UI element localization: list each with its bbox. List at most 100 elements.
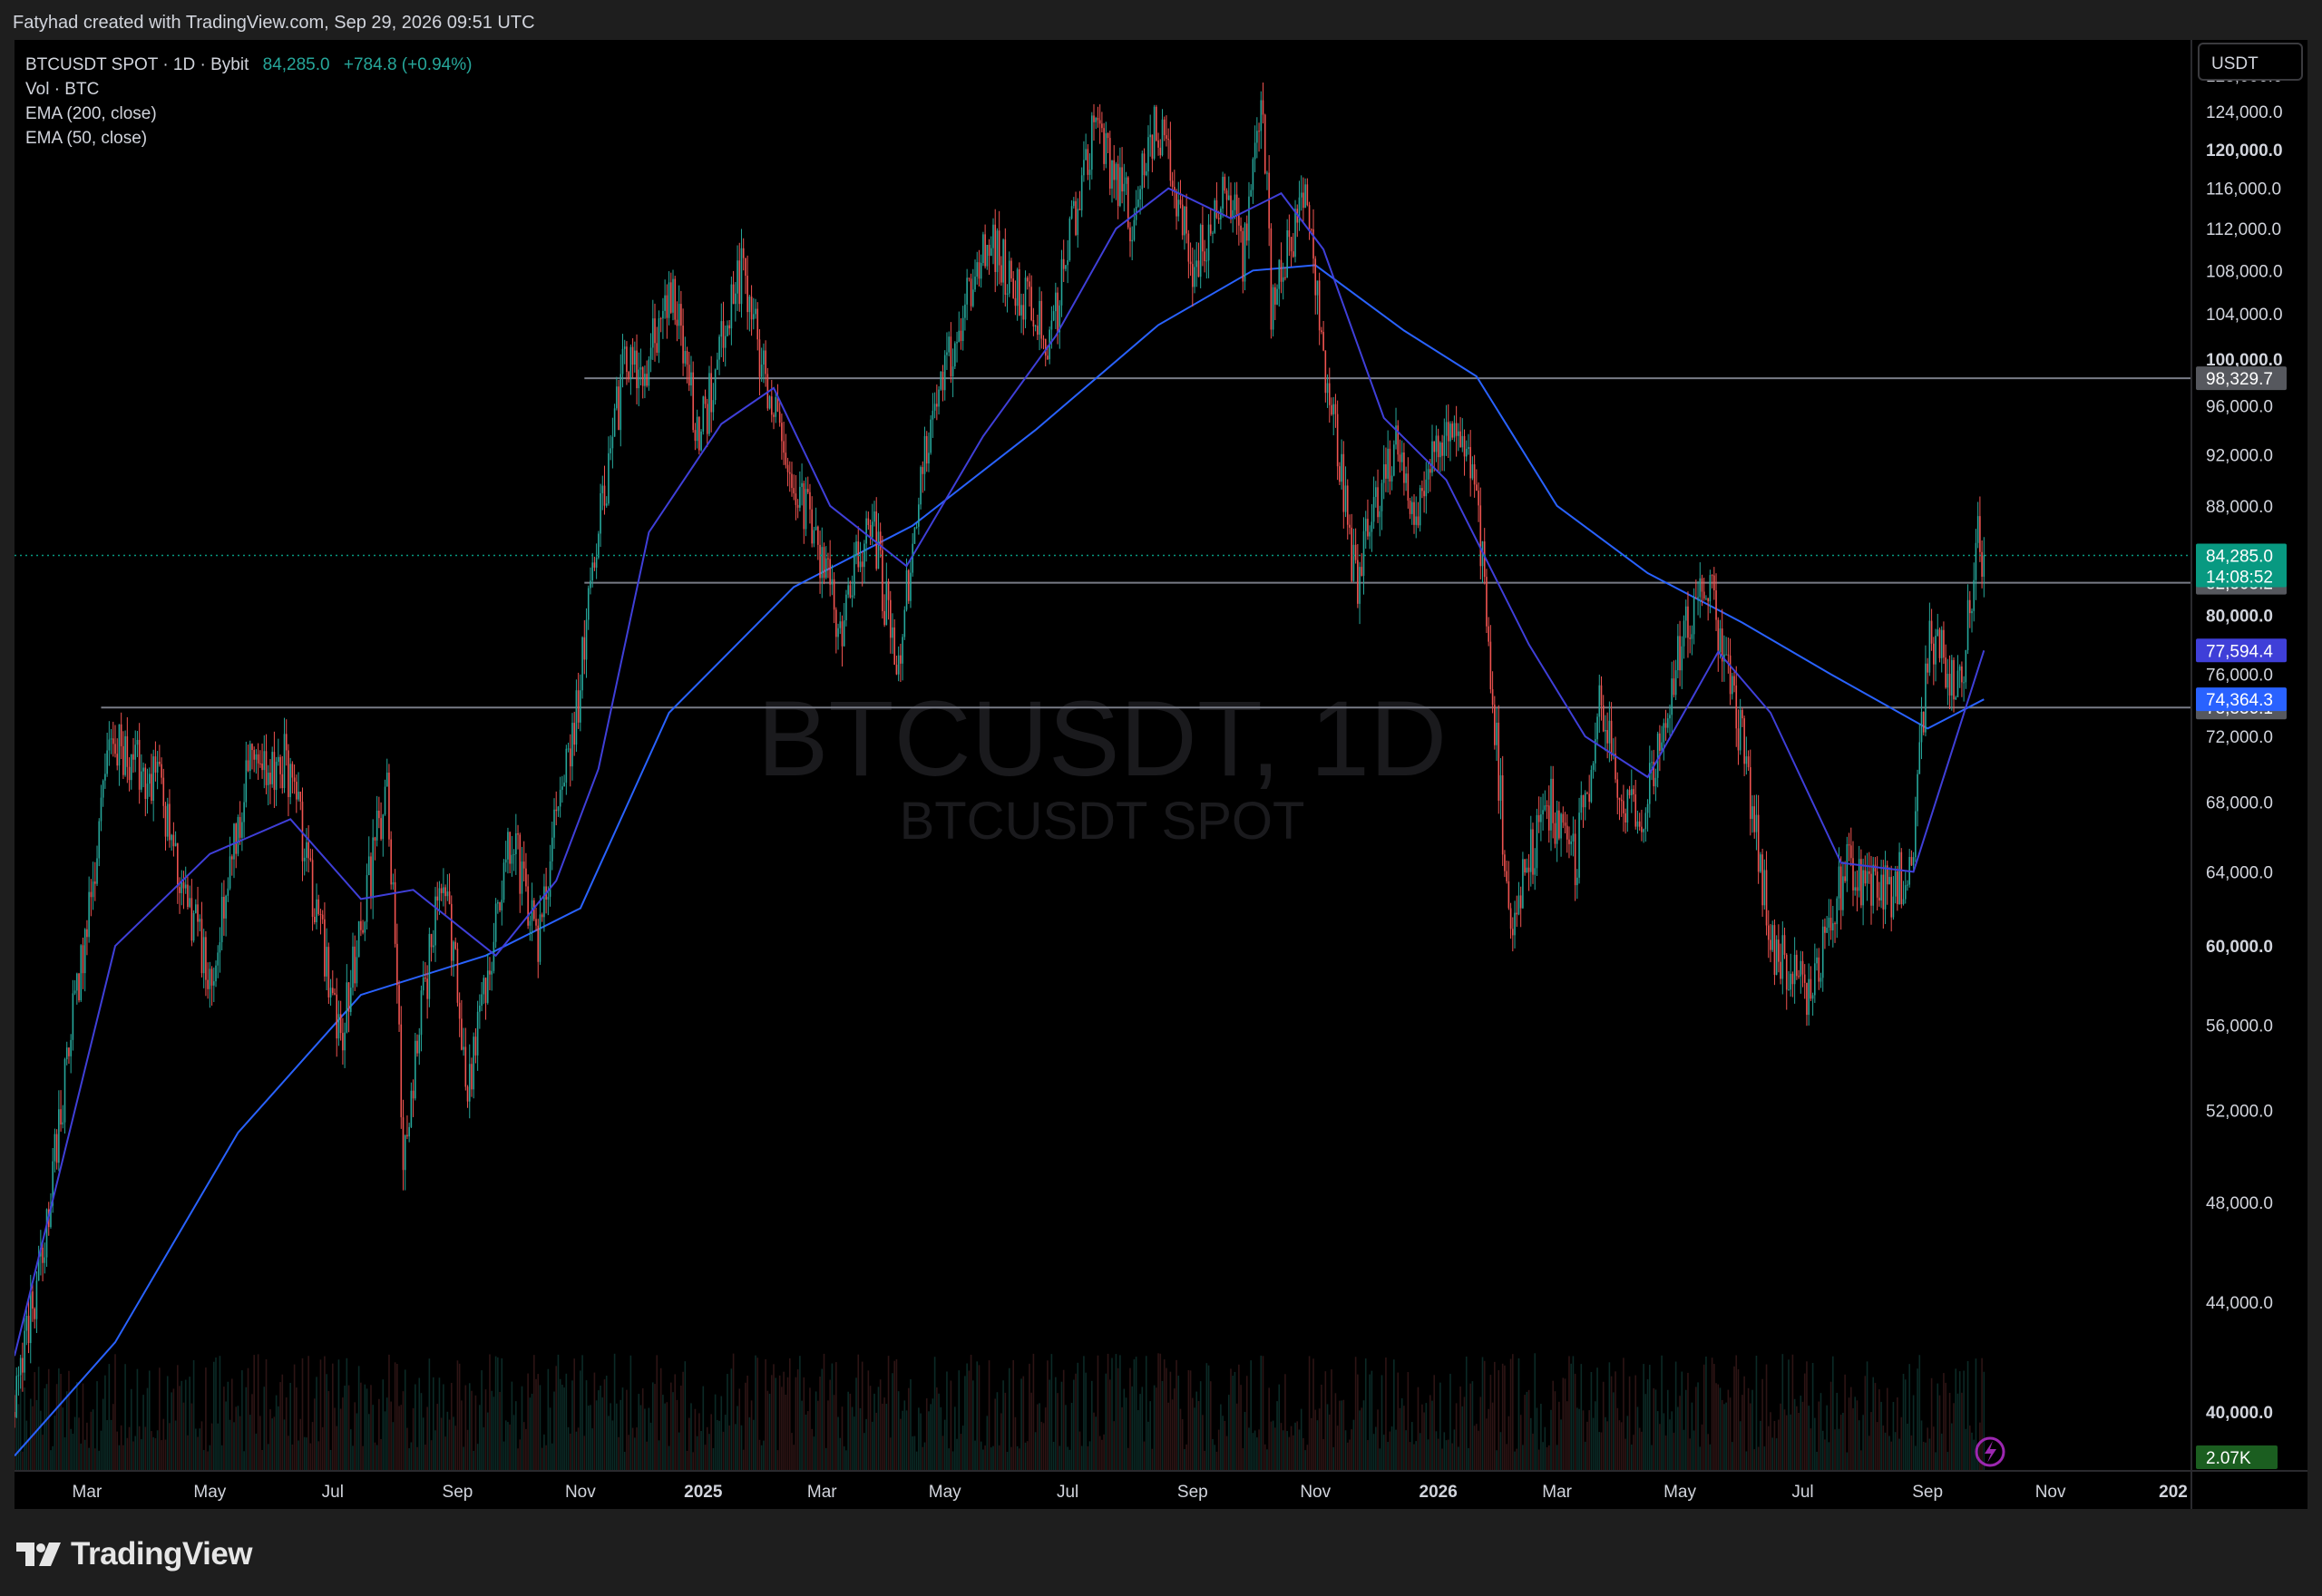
candle-body bbox=[463, 1046, 464, 1050]
volume-bar bbox=[1224, 1420, 1226, 1471]
legend-ema200[interactable]: EMA (200, close) bbox=[25, 102, 472, 126]
candle-body bbox=[1945, 657, 1946, 688]
volume-bar bbox=[1352, 1419, 1355, 1471]
candle-body bbox=[1318, 280, 1321, 331]
candle-body bbox=[823, 547, 825, 579]
candle-body bbox=[1465, 448, 1468, 457]
volume-bar bbox=[1458, 1446, 1459, 1471]
volume-bar bbox=[1441, 1448, 1443, 1471]
candle-body bbox=[507, 832, 509, 860]
volume-bar bbox=[1447, 1439, 1449, 1471]
candle-body bbox=[1527, 867, 1530, 872]
volume-bar bbox=[1556, 1445, 1558, 1471]
price-axis-bg[interactable] bbox=[2191, 40, 2307, 1471]
candle-body bbox=[998, 230, 1000, 266]
volume-bar bbox=[1808, 1406, 1810, 1471]
volume-bar bbox=[1181, 1419, 1184, 1471]
candle-body bbox=[1681, 646, 1683, 671]
candle-body bbox=[910, 572, 912, 601]
legend-volume[interactable]: Vol · BTC bbox=[25, 77, 472, 102]
candle-body bbox=[1643, 829, 1644, 832]
candle-body bbox=[1878, 897, 1880, 901]
volume-bar bbox=[406, 1427, 408, 1471]
volume-bar bbox=[1280, 1423, 1283, 1471]
volume-bar bbox=[92, 1409, 94, 1471]
volume-bar bbox=[1339, 1400, 1341, 1471]
volume-bar bbox=[468, 1383, 471, 1471]
volume-bar bbox=[1979, 1422, 1981, 1471]
volume-bar bbox=[392, 1422, 395, 1471]
volume-bar bbox=[883, 1397, 885, 1471]
volume-bar bbox=[90, 1411, 93, 1471]
symbol-info[interactable]: BTCUSDT SPOT · 1D · Bybit bbox=[25, 55, 249, 74]
volume-bar bbox=[788, 1358, 791, 1471]
candle-body bbox=[1044, 338, 1047, 356]
volume-bar bbox=[1566, 1401, 1568, 1471]
candle-body bbox=[1346, 485, 1349, 525]
footer: TradingView bbox=[0, 1509, 2322, 1596]
volume-bar bbox=[662, 1395, 664, 1471]
candle-body bbox=[573, 723, 576, 745]
volume-bar bbox=[481, 1370, 483, 1471]
volume-bar bbox=[847, 1391, 849, 1471]
candle-body bbox=[1775, 939, 1778, 975]
volume-bar bbox=[748, 1417, 751, 1471]
volume-bar bbox=[486, 1412, 489, 1471]
candle-body bbox=[98, 821, 101, 859]
candle-body bbox=[519, 834, 522, 894]
candle-body bbox=[1351, 527, 1352, 581]
candle-body bbox=[309, 858, 312, 861]
volume-bar bbox=[776, 1450, 779, 1471]
volume-bar bbox=[1542, 1442, 1544, 1471]
candle-body bbox=[82, 945, 84, 974]
volume-bar bbox=[706, 1426, 708, 1471]
candle-body bbox=[1966, 599, 1969, 650]
candle-body bbox=[509, 832, 511, 864]
candle-body bbox=[1707, 598, 1709, 602]
volume-bar bbox=[116, 1431, 119, 1471]
candle-body bbox=[324, 919, 326, 977]
candle-body bbox=[233, 823, 235, 860]
volume-bar bbox=[501, 1358, 503, 1471]
candle-body bbox=[1963, 682, 1965, 684]
candle-body bbox=[1634, 794, 1637, 827]
candle-body bbox=[1864, 870, 1867, 884]
candle-body bbox=[1785, 954, 1788, 990]
price-chart[interactable]: BTCUSDT, 1D BTCUSDT SPOT 128,000.0124,00… bbox=[0, 0, 2322, 1596]
candle-body bbox=[1605, 730, 1606, 732]
volume-bar bbox=[1159, 1353, 1162, 1471]
volume-bar bbox=[1829, 1381, 1832, 1471]
volume-bar bbox=[1727, 1389, 1730, 1471]
time-axis-ticks: Mar May Jul Sep Nov 2025 Mar May Jul Sep Nov 2026 Ma… bbox=[73, 1483, 2188, 1502]
volume-bar bbox=[402, 1391, 405, 1471]
candle-body bbox=[80, 945, 83, 1001]
volume-bar bbox=[1669, 1419, 1671, 1471]
volume-bar bbox=[1498, 1369, 1500, 1471]
candle-body bbox=[1927, 663, 1928, 673]
volume-bar bbox=[990, 1447, 992, 1471]
volume-bar bbox=[1090, 1380, 1093, 1471]
candle-body bbox=[583, 637, 586, 660]
currency-button[interactable]: USDT bbox=[2198, 43, 2303, 81]
tradingview-logo[interactable]: TradingView bbox=[16, 1536, 253, 1572]
volume-bar bbox=[1481, 1357, 1484, 1471]
currency-button-label[interactable]: USDT bbox=[2211, 54, 2259, 73]
volume-bar bbox=[83, 1439, 86, 1471]
horizontal-lines[interactable] bbox=[101, 377, 2191, 709]
volume-bar bbox=[1209, 1381, 1212, 1471]
volume-bar bbox=[966, 1363, 968, 1471]
legend-ema50[interactable]: EMA (50, close) bbox=[25, 126, 472, 151]
volume-bar bbox=[1207, 1365, 1210, 1471]
candle-body bbox=[517, 832, 519, 835]
volume-bar bbox=[1119, 1355, 1121, 1471]
volume-bar bbox=[164, 1439, 167, 1471]
price-tick-label: 64,000.0 bbox=[2206, 863, 2273, 882]
candle-body bbox=[1725, 654, 1727, 656]
volume-bar bbox=[24, 1387, 25, 1471]
volume-bar bbox=[493, 1396, 495, 1471]
legend-symbol-row[interactable]: BTCUSDT SPOT · 1D · Bybit 84,285.0 +784.… bbox=[25, 53, 472, 77]
candle-body bbox=[412, 1090, 415, 1099]
candle-body bbox=[1393, 444, 1395, 476]
volume-bar bbox=[819, 1377, 821, 1471]
volume-bar bbox=[1842, 1412, 1844, 1471]
